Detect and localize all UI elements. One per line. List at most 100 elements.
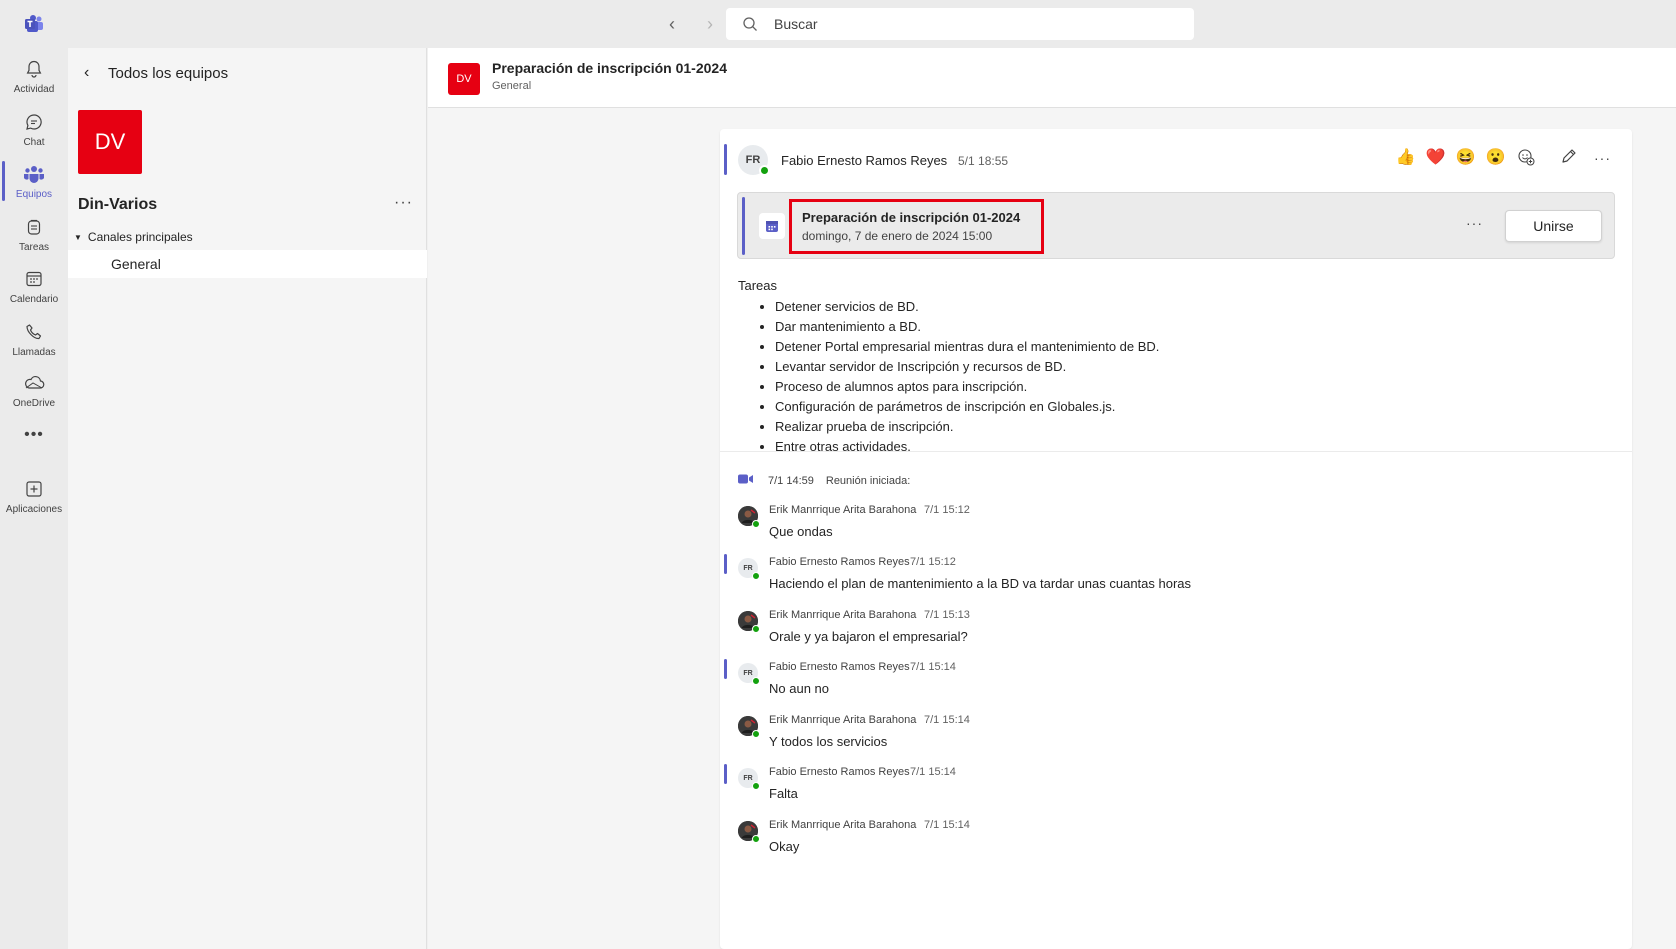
avatar[interactable] [738, 611, 760, 633]
reply-message: Erik Manrrique Arita Barahona 7/1 15:13 … [720, 607, 1632, 655]
presence-available-icon [759, 165, 770, 176]
divider [720, 451, 1632, 452]
title-bar: ‹ › [0, 0, 1676, 48]
reply-timestamp: 7/1 15:12 [910, 556, 956, 568]
own-message-indicator [724, 554, 727, 574]
search-icon [743, 17, 757, 31]
channels-section-toggle[interactable]: ▼ Canales principales [74, 230, 193, 244]
like-icon[interactable]: 👍 [1396, 147, 1416, 166]
meeting-card[interactable]: Preparación de inscripción 01-2024 domin… [737, 192, 1615, 259]
rail-item-teams[interactable]: Equipos [0, 155, 68, 207]
list-item: Dar mantenimiento a BD. [775, 317, 1159, 337]
presence-available-icon [752, 782, 760, 790]
caret-down-icon: ▼ [74, 232, 82, 242]
presence-available-icon [752, 625, 760, 633]
avatar[interactable]: FR [738, 558, 760, 580]
reply-author[interactable]: Fabio Ernesto Ramos Reyes [769, 766, 910, 778]
reply-timestamp: 7/1 15:13 [924, 609, 970, 621]
forward-arrow-icon[interactable]: › [700, 14, 720, 34]
reply-author[interactable]: Erik Manrrique Arita Barahona [769, 609, 916, 621]
reply-author[interactable]: Fabio Ernesto Ramos Reyes [769, 661, 910, 673]
reply-author[interactable]: Erik Manrrique Arita Barahona [769, 819, 916, 831]
channel-header: DV Preparación de inscripción 01-2024 Ge… [428, 48, 1676, 108]
rail-item-calendar[interactable]: Calendario [0, 260, 68, 312]
presence-available-icon [752, 730, 760, 738]
list-item: Proceso de alumnos aptos para inscripció… [775, 377, 1159, 397]
add-app-icon [22, 477, 46, 501]
avatar[interactable]: FR [738, 768, 760, 790]
search-box[interactable] [726, 8, 1194, 40]
back-arrow-icon[interactable]: ‹ [662, 14, 682, 34]
meeting-date: domingo, 7 de enero de 2024 15:00 [802, 229, 993, 243]
video-camera-icon [738, 473, 754, 488]
join-button[interactable]: Unirse [1505, 210, 1602, 242]
teams-panel: ‹ Todos los equipos DV Din-Varios ··· ▼ … [68, 48, 427, 949]
rail-item-apps[interactable]: Aplicaciones [0, 470, 68, 522]
reply-text: Falta [769, 786, 798, 801]
list-item: Entre otras actividades. [775, 437, 1159, 457]
avatar[interactable] [738, 821, 760, 843]
team-more-options-icon[interactable]: ··· [394, 194, 413, 212]
reply-timestamp: 7/1 15:12 [924, 504, 970, 516]
search-input[interactable] [774, 16, 1174, 32]
avatar[interactable]: FR [738, 663, 760, 685]
chevron-left-icon: ‹ [84, 64, 90, 81]
avatar[interactable] [738, 716, 760, 738]
calendar-icon [22, 267, 46, 291]
reaction-bar: 👍 ❤️ 😆 😮 [1396, 147, 1535, 166]
channel-avatar: DV [448, 63, 480, 95]
surprised-icon[interactable]: 😮 [1486, 147, 1506, 166]
channel-title: Preparación de inscripción 01-2024 [492, 60, 727, 76]
post-author[interactable]: Fabio Ernesto Ramos Reyes [781, 153, 947, 168]
own-message-indicator [724, 659, 727, 679]
rail-item-activity[interactable]: Actividad [0, 50, 68, 102]
meeting-title: Preparación de inscripción 01-2024 [802, 210, 1021, 225]
reply-author[interactable]: Fabio Ernesto Ramos Reyes [769, 556, 910, 568]
add-reaction-icon[interactable] [1516, 147, 1535, 166]
own-message-indicator [724, 144, 727, 175]
chat-icon [22, 110, 46, 134]
reply-timestamp: 7/1 15:14 [924, 819, 970, 831]
tasks-heading: Tareas [738, 278, 778, 293]
reply-message: Erik Manrrique Arita Barahona 7/1 15:14 … [720, 712, 1632, 760]
reply-message: FR Fabio Ernesto Ramos Reyes 7/1 15:14 N… [720, 659, 1632, 707]
heart-icon[interactable]: ❤️ [1426, 147, 1446, 166]
highlight-annotation [789, 199, 1044, 254]
laugh-icon[interactable]: 😆 [1456, 147, 1476, 166]
channel-item-general[interactable]: General [68, 250, 427, 278]
team-name[interactable]: Din-Varios [78, 196, 157, 214]
avatar[interactable] [738, 506, 760, 528]
rail-item-calls[interactable]: Llamadas [0, 313, 68, 365]
edit-icon[interactable] [1560, 147, 1578, 168]
rail-item-onedrive[interactable]: OneDrive [0, 364, 68, 416]
presence-available-icon [752, 835, 760, 843]
meeting-more-options-icon[interactable]: ··· [1466, 215, 1483, 231]
rail-item-more[interactable]: ••• [0, 410, 68, 462]
more-options-icon[interactable]: ··· [1594, 150, 1611, 166]
post-timestamp: 5/1 18:55 [958, 154, 1009, 168]
avatar[interactable]: FR [738, 145, 770, 176]
reply-author[interactable]: Erik Manrrique Arita Barahona [769, 714, 916, 726]
rail-item-chat[interactable]: Chat [0, 103, 68, 155]
channel-subtitle[interactable]: General [492, 80, 531, 92]
cloud-icon [22, 371, 46, 395]
app-rail: Actividad Chat Equipos Tareas Calendario… [0, 48, 68, 949]
presence-available-icon [752, 572, 760, 580]
reply-message: Erik Manrrique Arita Barahona 7/1 15:12 … [720, 502, 1632, 550]
list-item: Detener Portal empresarial mientras dura… [775, 337, 1159, 357]
list-item: Levantar servidor de Inscripción y recur… [775, 357, 1159, 377]
reply-message: FR Fabio Ernesto Ramos Reyes 7/1 15:14 F… [720, 764, 1632, 812]
bell-icon [22, 57, 46, 81]
list-item: Configuración de parámetros de inscripci… [775, 397, 1159, 417]
teams-icon [22, 162, 46, 186]
more-icon: ••• [24, 425, 44, 443]
rail-item-tasks[interactable]: Tareas [0, 208, 68, 260]
list-item: Realizar prueba de inscripción. [775, 417, 1159, 437]
channel-view: DV Preparación de inscripción 01-2024 Ge… [428, 48, 1676, 949]
reply-timestamp: 7/1 15:14 [910, 766, 956, 778]
reply-author[interactable]: Erik Manrrique Arita Barahona [769, 504, 916, 516]
all-teams-link[interactable]: ‹ Todos los equipos [84, 64, 228, 82]
presence-available-icon [752, 677, 760, 685]
reply-text: Okay [769, 839, 800, 854]
teams-logo-icon[interactable] [22, 12, 46, 36]
